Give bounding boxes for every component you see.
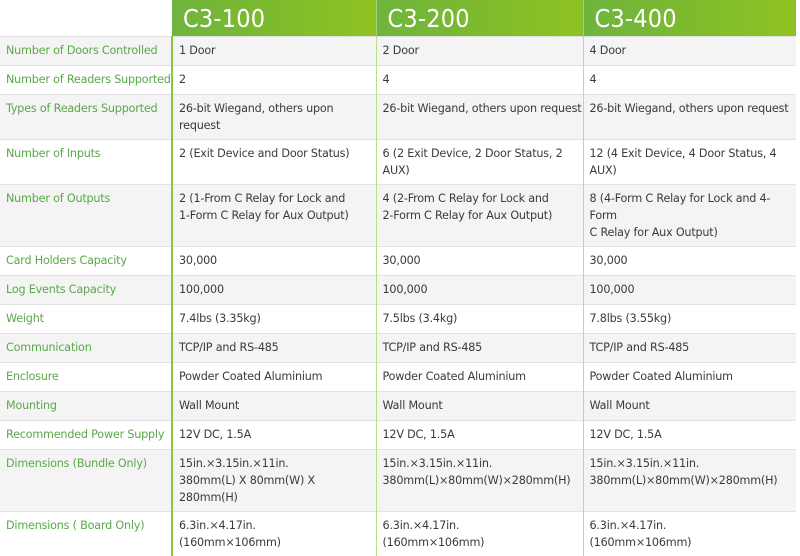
cell-c3-200: Powder Coated Aluminium [376,363,583,392]
cell-c3-400: Wall Mount [583,392,796,421]
spec-comparison-table-container: C3-100 C3-200 C3-400 Number of Doors Con… [0,0,800,556]
cell-c3-200: 2 Door [376,37,583,66]
cell-c3-400: 15in.×3.15in.×11in.380mm(L)×80mm(W)×280m… [583,450,796,512]
row-label: Log Events Capacity [0,276,172,305]
cell-c3-100: 26-bit Wiegand, others upon request [172,95,376,140]
cell-c3-400: 100,000 [583,276,796,305]
cell-line: 6.3in.×4.17in. [590,517,797,534]
cell-c3-200: 7.5lbs (3.4kg) [376,305,583,334]
model-header-c3-100: C3-100 [172,0,376,37]
row-label: Weight [0,305,172,334]
cell-line: 2 (1-From C Relay for Lock and [179,190,376,207]
cell-line: (160mm×106mm) [179,534,376,551]
cell-c3-100: 7.4lbs (3.35kg) [172,305,376,334]
model-header-c3-200: C3-200 [376,0,583,37]
cell-c3-100: 1 Door [172,37,376,66]
model-header-c3-400: C3-400 [583,0,796,37]
cell-c3-100: Wall Mount [172,392,376,421]
row-label: Number of Outputs [0,185,172,247]
cell-c3-200: 26-bit Wiegand, others upon request [376,95,583,140]
cell-c3-100: 12V DC, 1.5A [172,421,376,450]
header-row: C3-100 C3-200 C3-400 [0,0,796,37]
cell-c3-200: 4 [376,66,583,95]
row-label: Card Holders Capacity [0,247,172,276]
row-label: Dimensions (Bundle Only) [0,450,172,512]
table-row: Dimensions ( Board Only)6.3in.×4.17in.(1… [0,512,796,556]
cell-c3-400: 8 (4-Form C Relay for Lock and 4-FormC R… [583,185,796,247]
table-row: Card Holders Capacity30,00030,00030,000 [0,247,796,276]
table-row: Number of Inputs2 (Exit Device and Door … [0,140,796,185]
cell-c3-200: 30,000 [376,247,583,276]
cell-c3-100: TCP/IP and RS-485 [172,334,376,363]
row-label: Enclosure [0,363,172,392]
cell-c3-200: 15in.×3.15in.×11in.380mm(L)×80mm(W)×280m… [376,450,583,512]
cell-c3-100: 100,000 [172,276,376,305]
cell-line: 380mm(L)×80mm(W)×280mm(H) [590,472,797,489]
spec-comparison-table: C3-100 C3-200 C3-400 Number of Doors Con… [0,0,796,556]
cell-c3-100: 2 [172,66,376,95]
cell-c3-400: 7.8lbs (3.55kg) [583,305,796,334]
row-label: Types of Readers Supported [0,95,172,140]
cell-line: 380mm(L) X 80mm(W) X 280mm(H) [179,472,376,506]
row-label: Communication [0,334,172,363]
cell-c3-200: TCP/IP and RS-485 [376,334,583,363]
cell-line: (160mm×106mm) [590,534,797,551]
cell-c3-200: 6.3in.×4.17in.(160mm×106mm) [376,512,583,556]
cell-line: 15in.×3.15in.×11in. [383,455,583,472]
cell-c3-400: 6.3in.×4.17in.(160mm×106mm) [583,512,796,556]
cell-c3-400: 4 Door [583,37,796,66]
cell-line: 15in.×3.15in.×11in. [590,455,797,472]
cell-line: (160mm×106mm) [383,534,583,551]
table-row: Log Events Capacity100,000100,000100,000 [0,276,796,305]
cell-c3-200: Wall Mount [376,392,583,421]
cell-line: 6.3in.×4.17in. [179,517,376,534]
header-corner [0,0,172,37]
row-label: Mounting [0,392,172,421]
row-label: Number of Readers Supported [0,66,172,95]
cell-c3-400: TCP/IP and RS-485 [583,334,796,363]
cell-line: C Relay for Aux Output) [590,224,797,241]
table-row: Number of Doors Controlled1 Door2 Door4 … [0,37,796,66]
cell-line: 380mm(L)×80mm(W)×280mm(H) [383,472,583,489]
row-label: Number of Doors Controlled [0,37,172,66]
table-row: Number of Outputs2 (1-From C Relay for L… [0,185,796,247]
row-label: Dimensions ( Board Only) [0,512,172,556]
cell-line: 6.3in.×4.17in. [383,517,583,534]
cell-c3-100: 15in.×3.15in.×11in.380mm(L) X 80mm(W) X … [172,450,376,512]
table-row: CommunicationTCP/IP and RS-485TCP/IP and… [0,334,796,363]
table-row: Weight7.4lbs (3.35kg)7.5lbs (3.4kg)7.8lb… [0,305,796,334]
cell-c3-200: 100,000 [376,276,583,305]
cell-c3-400: 12V DC, 1.5A [583,421,796,450]
cell-line: 15in.×3.15in.×11in. [179,455,376,472]
cell-c3-400: 30,000 [583,247,796,276]
cell-line: 1-Form C Relay for Aux Output) [179,207,376,224]
spec-rows: Number of Doors Controlled1 Door2 Door4 … [0,37,796,556]
cell-c3-400: 26-bit Wiegand, others upon request [583,95,796,140]
cell-c3-100: Powder Coated Aluminium [172,363,376,392]
cell-c3-100: 30,000 [172,247,376,276]
row-label: Number of Inputs [0,140,172,185]
row-label: Recommended Power Supply [0,421,172,450]
cell-c3-200: 12V DC, 1.5A [376,421,583,450]
cell-line: 8 (4-Form C Relay for Lock and 4-Form [590,190,797,224]
table-row: EnclosurePowder Coated AluminiumPowder C… [0,363,796,392]
cell-c3-400: Powder Coated Aluminium [583,363,796,392]
cell-c3-400: 4 [583,66,796,95]
cell-line: 2-Form C Relay for Aux Output) [383,207,583,224]
cell-c3-100: 2 (1-From C Relay for Lock and1-Form C R… [172,185,376,247]
cell-c3-200: 4 (2-From C Relay for Lock and2-Form C R… [376,185,583,247]
cell-line: 4 (2-From C Relay for Lock and [383,190,583,207]
table-row: MountingWall MountWall MountWall Mount [0,392,796,421]
cell-c3-100: 6.3in.×4.17in.(160mm×106mm) [172,512,376,556]
table-row: Types of Readers Supported26-bit Wiegand… [0,95,796,140]
table-row: Number of Readers Supported244 [0,66,796,95]
table-row: Dimensions (Bundle Only)15in.×3.15in.×11… [0,450,796,512]
cell-c3-100: 2 (Exit Device and Door Status) [172,140,376,185]
cell-c3-200: 6 (2 Exit Device, 2 Door Status, 2 AUX) [376,140,583,185]
cell-c3-400: 12 (4 Exit Device, 4 Door Status, 4 AUX) [583,140,796,185]
table-row: Recommended Power Supply12V DC, 1.5A12V … [0,421,796,450]
